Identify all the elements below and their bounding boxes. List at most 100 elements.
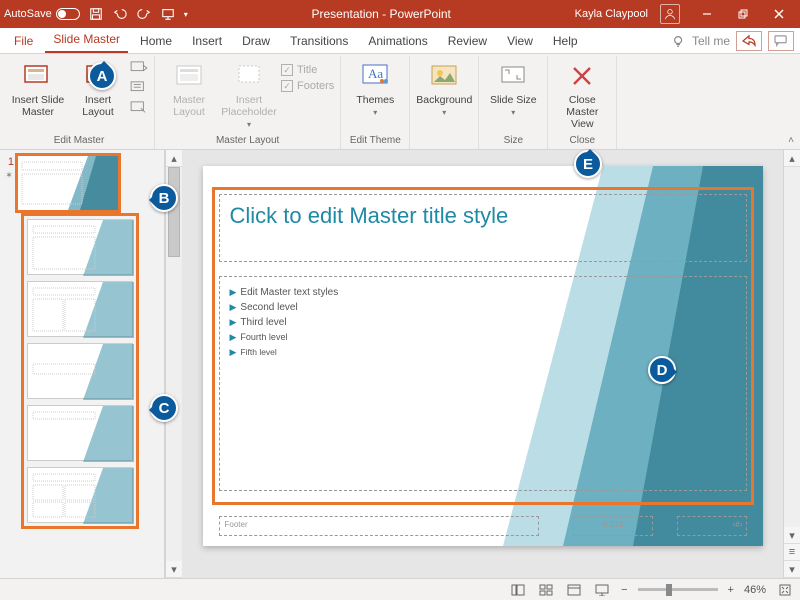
scroll-track[interactable] — [784, 167, 800, 527]
master-thumb-preview — [18, 156, 118, 210]
title-bar: AutoSave ▾ Presentation - PowerPoint Kay… — [0, 0, 800, 28]
scroll-down-icon[interactable]: ▾ — [784, 527, 800, 544]
insert-placeholder-icon — [233, 60, 265, 92]
title-placeholder[interactable]: Click to edit Master title style — [219, 194, 747, 262]
share-button[interactable] — [736, 31, 762, 51]
undo-icon[interactable] — [112, 6, 128, 22]
next-slide-icon[interactable]: ▾ — [784, 561, 800, 578]
group-edit-master: Insert Slide Master Insert Layout Edit M… — [4, 56, 155, 149]
normal-view-icon[interactable] — [509, 582, 527, 598]
tab-transitions[interactable]: Transitions — [282, 30, 356, 53]
reading-view-icon[interactable] — [565, 582, 583, 598]
scroll-thumb[interactable] — [168, 167, 180, 257]
zoom-in-icon[interactable]: + — [728, 584, 734, 596]
insert-slide-master-button[interactable]: Insert Slide Master — [10, 58, 66, 118]
thumbnails-pane: 1 ✶ — [0, 150, 165, 578]
title-placeholder-text: Click to edit Master title style — [230, 203, 509, 228]
zoom-slider[interactable] — [638, 588, 718, 591]
window-controls — [690, 0, 796, 28]
group-master-layout: Master Layout Insert Placeholder ▾ ✓Titl… — [155, 56, 341, 149]
tab-review[interactable]: Review — [440, 30, 495, 53]
master-slide[interactable]: Click to edit Master title style ▶Edit M… — [203, 166, 763, 546]
delete-icon[interactable] — [130, 101, 148, 118]
chevron-down-icon[interactable]: ▾ — [511, 108, 515, 117]
footer-placeholder[interactable]: Footer — [219, 516, 539, 536]
sorter-view-icon[interactable] — [537, 582, 555, 598]
group-label-master-layout: Master Layout — [216, 133, 279, 149]
prev-slide-icon[interactable]: ≡ — [784, 544, 800, 561]
minimize-button[interactable] — [690, 0, 724, 28]
layout-thumb-1[interactable] — [27, 219, 133, 275]
close-master-view-button[interactable]: Close Master View — [554, 58, 610, 130]
user-avatar-icon[interactable] — [660, 4, 680, 24]
tab-help[interactable]: Help — [545, 30, 586, 53]
lightbulb-icon — [672, 34, 686, 48]
slidenum-placeholder[interactable]: ‹#› — [677, 516, 747, 536]
autosave-label: AutoSave — [4, 8, 52, 20]
chevron-down-icon[interactable]: ▾ — [442, 108, 446, 117]
tell-me-search[interactable]: Tell me — [672, 34, 730, 48]
slide-size-icon — [497, 60, 529, 92]
title-chk-label: Title — [297, 64, 317, 76]
zoom-out-icon[interactable]: − — [621, 584, 627, 596]
slide-size-label: Slide Size — [490, 94, 537, 106]
canvas-scrollbar[interactable]: ▴ ▾ ≡ ▾ — [783, 150, 800, 578]
tab-view[interactable]: View — [499, 30, 541, 53]
background-label: Background — [416, 94, 472, 106]
layout-thumb-3[interactable] — [27, 343, 133, 399]
redo-icon[interactable] — [136, 6, 152, 22]
scroll-up-icon[interactable]: ▴ — [784, 150, 800, 167]
tab-home[interactable]: Home — [132, 30, 180, 53]
layout-thumb-2[interactable] — [27, 281, 133, 337]
collapse-ribbon-icon[interactable]: ˄ — [788, 135, 794, 146]
tab-draw[interactable]: Draw — [234, 30, 278, 53]
scroll-down-icon[interactable]: ▾ — [166, 561, 182, 578]
tab-animations[interactable]: Animations — [360, 30, 435, 53]
start-slideshow-icon[interactable] — [160, 6, 176, 22]
thumbnails-scrollbar[interactable]: ▴ ▾ — [165, 150, 182, 578]
insert-placeholder-label: Insert Placeholder — [221, 94, 277, 118]
callout-e: E — [574, 150, 602, 178]
master-slide-thumbnail[interactable]: 1 ✶ — [4, 156, 160, 210]
rename-icon[interactable] — [130, 81, 148, 98]
slideshow-view-icon[interactable] — [593, 582, 611, 598]
chevron-down-icon[interactable]: ▾ — [373, 108, 377, 117]
chevron-down-icon: ▾ — [247, 120, 251, 129]
date-placeholder[interactable]: 4/3/19 — [573, 516, 653, 536]
restore-button[interactable] — [726, 0, 760, 28]
slide-size-button[interactable]: Slide Size ▾ — [485, 58, 541, 117]
tab-file[interactable]: File — [6, 30, 41, 53]
scroll-up-icon[interactable]: ▴ — [166, 150, 182, 167]
ribbon-tabs: File Slide Master Home Insert Draw Trans… — [0, 28, 800, 54]
zoom-level[interactable]: 46% — [744, 584, 766, 596]
preserve-star-icon: ✶ — [5, 170, 13, 181]
save-icon[interactable] — [88, 6, 104, 22]
qat-dropdown-icon[interactable]: ▾ — [184, 10, 188, 19]
editor-area: 1 ✶ ▴ ▾ — [0, 150, 800, 578]
scroll-track[interactable] — [166, 167, 182, 561]
group-label-edit-theme: Edit Theme — [350, 133, 401, 149]
tell-me-label: Tell me — [692, 34, 730, 48]
insert-placeholder-button: Insert Placeholder ▾ — [221, 58, 277, 129]
status-bar: − + 46% — [0, 578, 800, 600]
preserve-icon[interactable] — [130, 61, 148, 78]
themes-button[interactable]: Aa Themes ▾ — [347, 58, 403, 117]
body-placeholder[interactable]: ▶Edit Master text styles ▶Second level ▶… — [219, 276, 747, 491]
fit-to-window-icon[interactable] — [776, 582, 794, 598]
slide-canvas[interactable]: Click to edit Master title style ▶Edit M… — [182, 150, 783, 578]
group-edit-theme: Aa Themes ▾ Edit Theme — [341, 56, 410, 149]
tab-insert[interactable]: Insert — [184, 30, 230, 53]
toggle-off-icon[interactable] — [56, 8, 80, 20]
autosave-toggle[interactable]: AutoSave — [4, 8, 80, 20]
layout-thumb-4[interactable] — [27, 405, 133, 461]
tab-slide-master[interactable]: Slide Master — [45, 28, 128, 53]
body-l2: Second level — [240, 302, 297, 313]
footers-checkbox: ✓Footers — [281, 80, 334, 92]
themes-label: Themes — [356, 94, 394, 106]
comments-button[interactable] — [768, 31, 794, 51]
slidenum-text: ‹#› — [733, 520, 743, 529]
close-button[interactable] — [762, 0, 796, 28]
group-label-edit-master: Edit Master — [54, 133, 105, 149]
background-button[interactable]: Background ▾ — [416, 58, 472, 117]
layout-thumb-5[interactable] — [27, 467, 133, 523]
